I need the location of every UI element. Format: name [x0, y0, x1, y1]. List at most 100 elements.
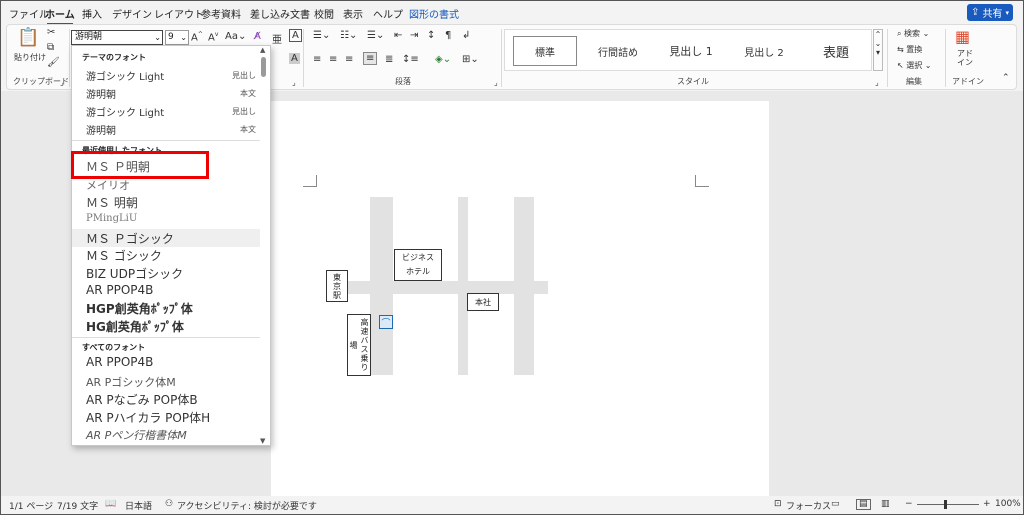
increase-indent-icon[interactable]: ⇥ — [410, 30, 418, 41]
numbering-icon[interactable]: ☷⌄ — [340, 30, 357, 41]
cut-icon[interactable]: ✂ — [47, 27, 55, 38]
font-option[interactable]: ＭＳ 明朝 — [86, 194, 256, 211]
shading-icon[interactable]: ◈⌄ — [435, 54, 451, 65]
distributed-icon[interactable]: ≣ — [385, 54, 393, 65]
zoom-in-icon[interactable]: + — [983, 499, 991, 509]
grow-font-icon[interactable]: A^ — [191, 31, 203, 43]
web-layout-icon[interactable]: ▥ — [881, 499, 890, 509]
proofing-icon[interactable]: 📖 — [105, 499, 116, 509]
font-size-combobox[interactable]: 9 ⌄ — [165, 30, 189, 45]
style-normal[interactable]: 標準 — [513, 36, 577, 66]
change-case-icon[interactable]: Aa⌄ — [225, 31, 246, 42]
font-option[interactable]: 游明朝 本文 — [86, 122, 256, 137]
replace-button[interactable]: ⇆ 置換 — [897, 44, 922, 55]
font-option[interactable]: AR Pゴシック体M — [86, 374, 256, 390]
align-center-icon[interactable]: ≡ — [329, 54, 337, 65]
page-count[interactable]: 1/1 ページ — [9, 499, 53, 512]
scroll-down-icon[interactable]: ▼ — [260, 437, 265, 445]
tab-home[interactable]: ホーム — [45, 6, 75, 25]
zoom-out-icon[interactable]: − — [905, 499, 913, 509]
zoom-slider[interactable] — [917, 504, 979, 505]
layout-options-icon[interactable]: ⌒ — [379, 315, 393, 329]
collapse-ribbon-icon[interactable]: ⌃ — [1002, 73, 1010, 83]
justify-icon[interactable]: ≡ — [363, 52, 378, 65]
font-option[interactable]: AR PPOP4B — [86, 355, 256, 369]
font-option[interactable]: BIZ UDPゴシック — [86, 265, 256, 282]
tab-layout[interactable]: レイアウト — [154, 6, 204, 21]
multilevel-list-icon[interactable]: ☰⌄ — [367, 30, 384, 41]
scrollbar-thumb[interactable] — [261, 57, 266, 77]
read-mode-icon[interactable]: ▭ — [831, 499, 840, 509]
align-left-icon[interactable]: ≡ — [313, 54, 321, 65]
paste-button-label[interactable]: 貼り付け — [14, 52, 46, 63]
word-count[interactable]: 7/19 文字 — [57, 499, 98, 512]
chevron-down-icon[interactable]: ⌄ — [180, 31, 187, 44]
shrink-font-icon[interactable]: Av — [208, 31, 218, 43]
font-name-combobox[interactable]: 游明朝 ⌄ — [71, 30, 163, 45]
copy-icon[interactable]: ⧉ — [47, 42, 54, 53]
style-no-spacing[interactable]: 行間詰め — [583, 36, 653, 66]
style-title[interactable]: 表題 — [801, 36, 871, 66]
font-option[interactable]: 游ゴシック Light 見出し — [86, 68, 256, 83]
print-layout-icon[interactable]: ▤ — [856, 499, 871, 510]
bus-stop-label[interactable]: 高速バス乗り場 — [347, 314, 371, 376]
character-shading-icon[interactable]: A — [289, 53, 300, 64]
format-painter-icon[interactable]: 🖌 — [47, 57, 60, 68]
tab-mailings[interactable]: 差し込み文書 — [250, 6, 310, 21]
font-option[interactable]: AR Pハイカラ POP体H — [86, 409, 256, 426]
show-hide-icon[interactable]: ¶ — [445, 30, 451, 41]
addins-icon[interactable]: ▦ — [955, 27, 970, 46]
dialog-launcher-icon[interactable]: ⌟ — [60, 78, 64, 87]
tab-review[interactable]: 校閲 — [314, 6, 334, 21]
addins-button-label[interactable]: アド イン — [957, 49, 973, 67]
tab-view[interactable]: 表示 — [343, 6, 363, 21]
focus-mode[interactable]: フォーカス — [786, 499, 831, 512]
font-option[interactable]: 游明朝 本文 — [86, 86, 256, 101]
font-option[interactable]: AR PPOP4B — [86, 283, 256, 297]
accessibility-status[interactable]: アクセシビリティ: 検討が必要です — [177, 499, 317, 512]
font-option[interactable]: AR Pペン行楷書体M — [86, 427, 256, 443]
share-button[interactable]: ⇪ 共有 ▾ — [967, 4, 1013, 21]
dialog-launcher-icon[interactable]: ⌟ — [494, 78, 498, 87]
tab-shape-format[interactable]: 図形の書式 — [409, 6, 459, 21]
tokyo-station-label[interactable]: 東京駅 — [326, 270, 348, 302]
line-spacing-icon[interactable]: ↕≡ — [402, 54, 419, 65]
style-heading-2[interactable]: 見出し 2 — [729, 36, 799, 66]
sort-icon[interactable]: ↕ — [427, 30, 435, 41]
dialog-launcher-icon[interactable]: ⌟ — [292, 78, 296, 87]
find-button[interactable]: ⌕ 検索 ⌄ — [897, 28, 929, 39]
scroll-up-icon[interactable]: ▲ — [260, 46, 265, 54]
zoom-slider-thumb[interactable] — [944, 500, 947, 509]
clear-formatting-icon[interactable]: A̸ — [254, 31, 261, 42]
decrease-indent-icon[interactable]: ⇤ — [394, 30, 402, 41]
align-right-icon[interactable]: ≡ — [345, 54, 353, 65]
select-button[interactable]: ↖ 選択 ⌄ — [897, 60, 932, 71]
styles-more-icon[interactable]: ⌃ ⌄ ▾ — [873, 29, 883, 71]
chevron-down-icon[interactable]: ⌄ — [154, 31, 161, 44]
dialog-launcher-icon[interactable]: ⌟ — [875, 78, 879, 87]
tab-help[interactable]: ヘルプ — [373, 6, 403, 21]
head-office-label[interactable]: 本社 — [467, 293, 499, 311]
focus-icon[interactable]: ⊡ — [774, 499, 782, 509]
font-option[interactable]: HG創英角ﾎﾟｯﾌﾟ体 — [86, 318, 256, 335]
font-option[interactable]: 游ゴシック Light 見出し — [86, 104, 256, 119]
borders-icon[interactable]: ⊞⌄ — [462, 54, 479, 65]
tab-insert[interactable]: 挿入 — [82, 6, 102, 21]
font-option[interactable]: PMingLiU — [86, 213, 256, 224]
font-option[interactable]: AR Pなごみ POP体B — [86, 391, 256, 408]
style-heading-1[interactable]: 見出し 1 — [655, 36, 727, 66]
dropdown-scrollbar[interactable]: ▲ ▼ — [259, 46, 268, 445]
business-hotel-label[interactable]: ビジネス ホテル — [394, 249, 442, 281]
tab-file[interactable]: ファイル — [9, 6, 49, 21]
font-option[interactable]: ＭＳ ゴシック — [86, 247, 256, 264]
document-page[interactable]: ビジネス ホテル 東京駅 本社 高速バス乗り場 ⌒ — [271, 101, 769, 501]
tab-references[interactable]: 参考資料 — [201, 6, 241, 21]
character-border-icon[interactable]: A — [289, 29, 302, 42]
zoom-level[interactable]: 100% — [995, 499, 1021, 509]
language-indicator[interactable]: 日本語 — [125, 499, 152, 512]
paste-icon[interactable]: 📋 — [17, 27, 39, 48]
font-option[interactable]: メイリオ — [86, 177, 256, 193]
font-option[interactable]: HGP創英角ﾎﾟｯﾌﾟ体 — [86, 300, 256, 317]
phonetic-guide-icon[interactable]: 亜 — [272, 31, 282, 46]
font-option[interactable]: ＭＳ Ｐゴシック — [86, 230, 256, 247]
